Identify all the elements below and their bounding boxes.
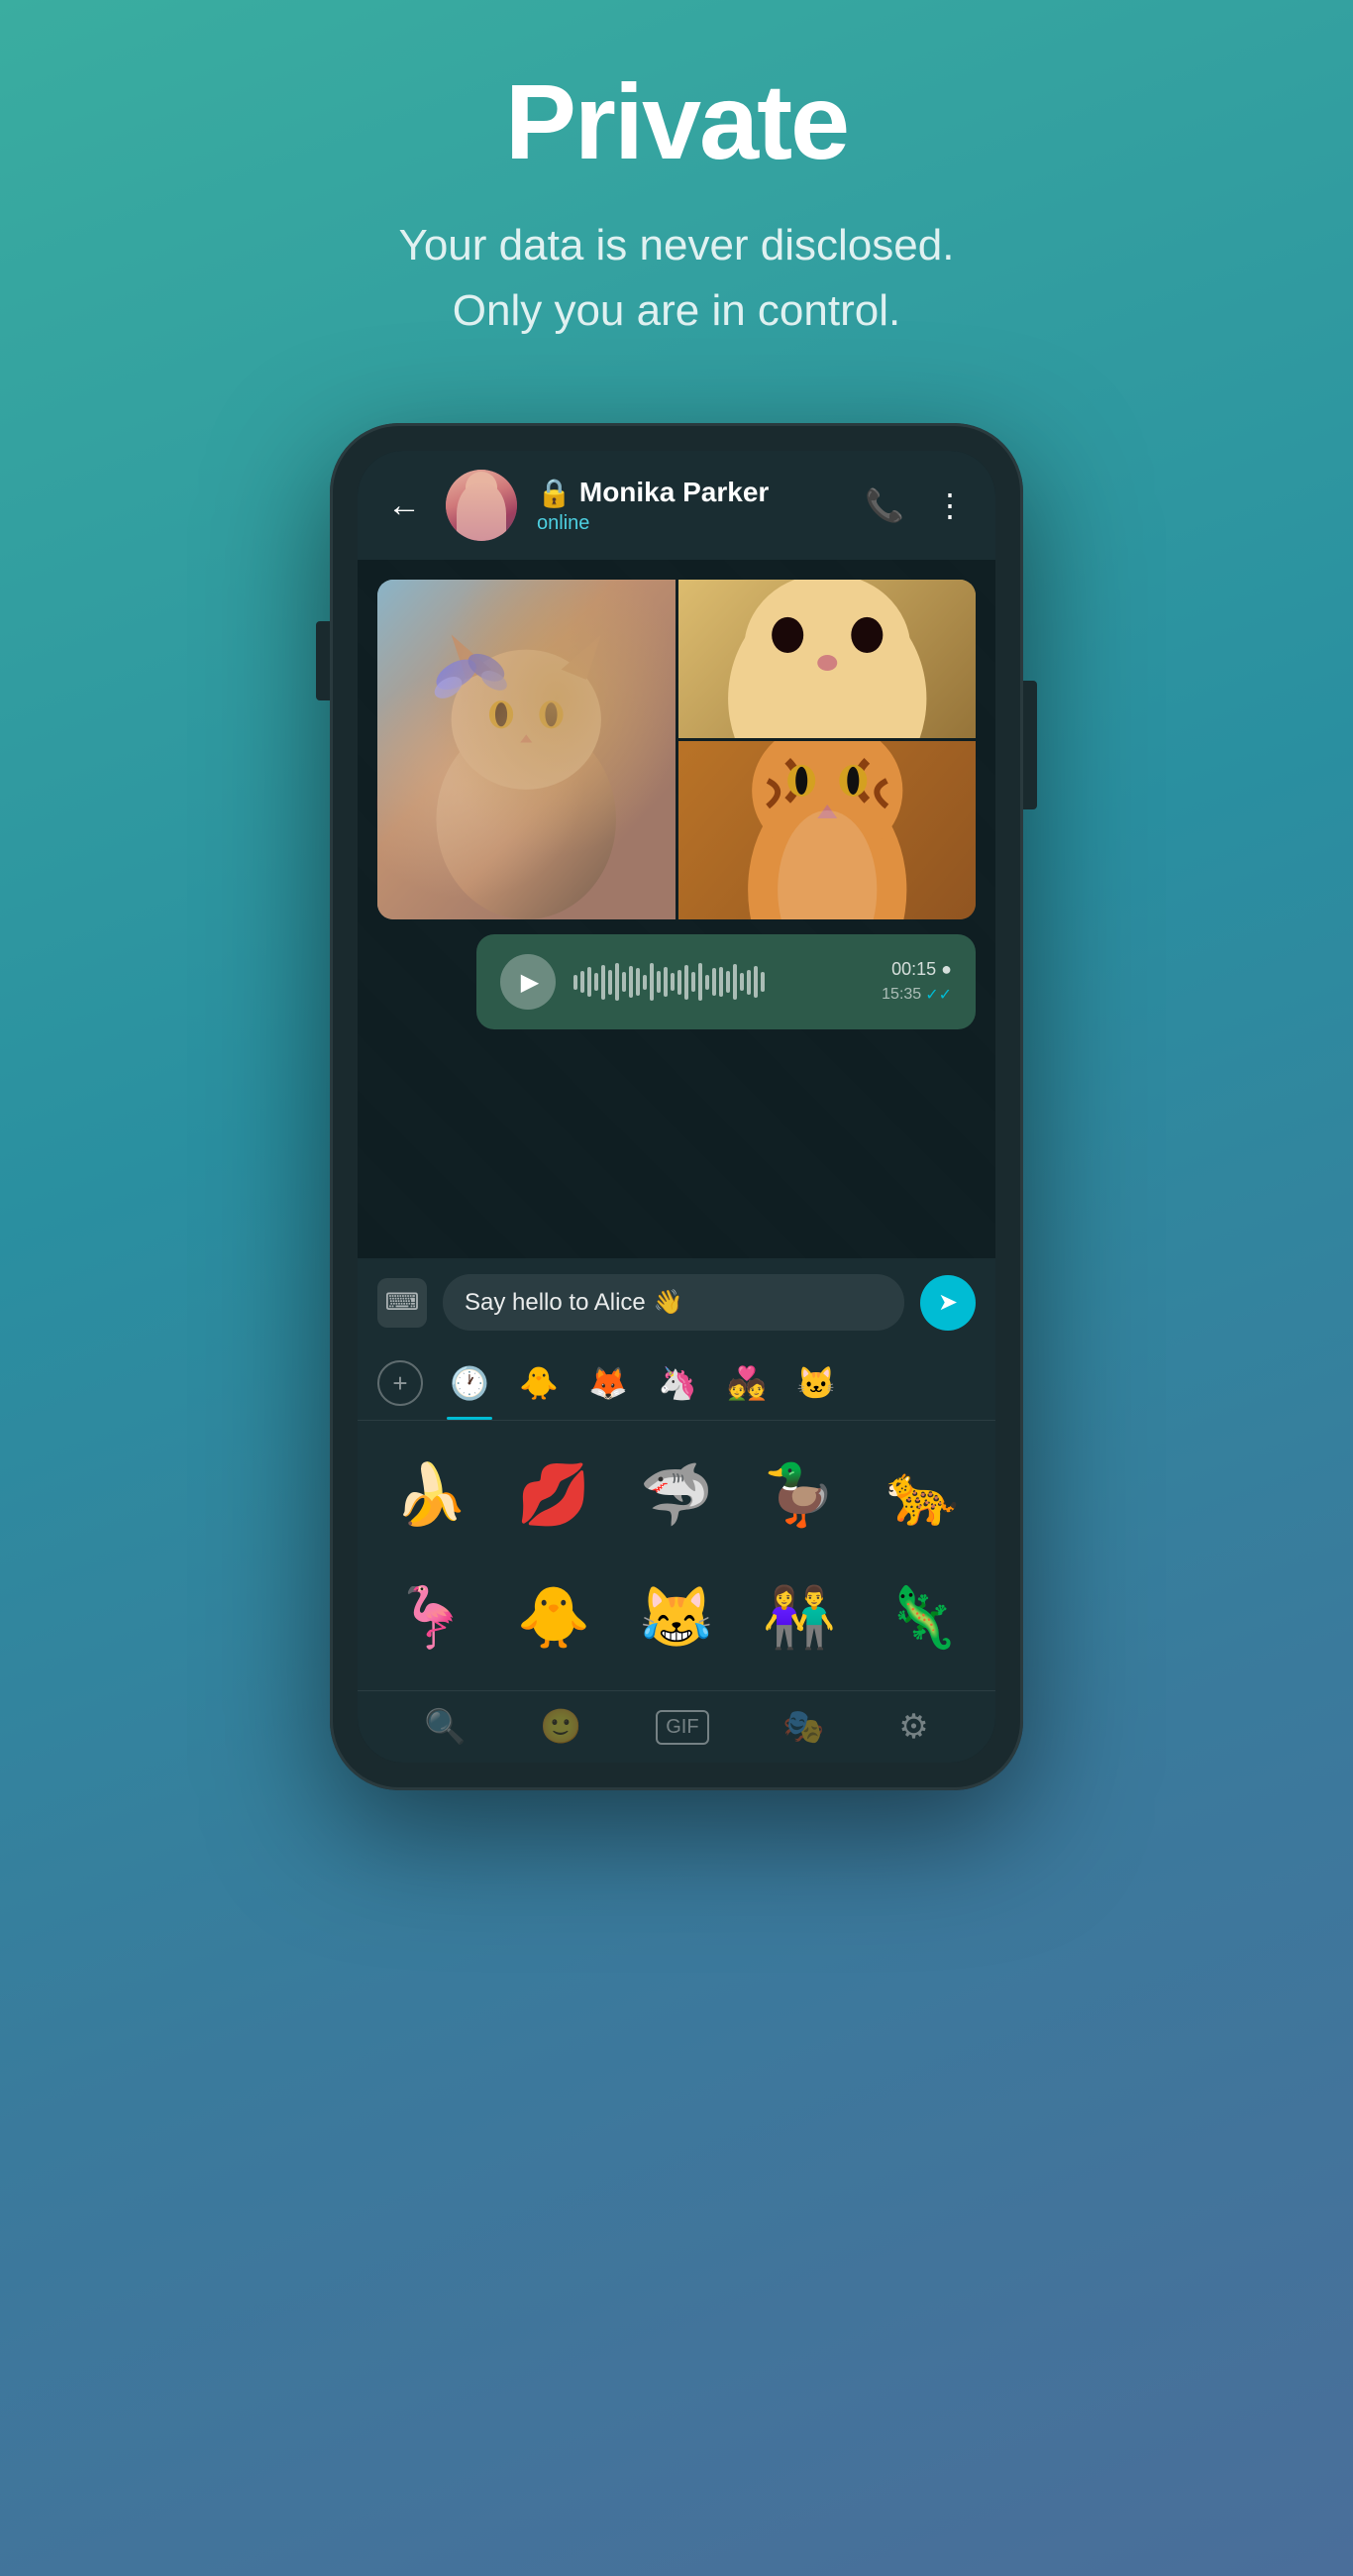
sticker-bottom-bar: 🔍 🙂 GIF 🎭 ⚙ [358, 1690, 995, 1763]
keyboard-toggle-button[interactable]: ⌨ [377, 1278, 427, 1328]
tiger-image [678, 741, 977, 919]
settings-bottom-icon[interactable]: ⚙ [898, 1707, 928, 1747]
call-icon[interactable]: 📞 [865, 486, 904, 524]
sticker-item[interactable]: 🦎 [865, 1559, 980, 1674]
image-grid-message [377, 580, 976, 919]
sticker-item[interactable]: 😹 [619, 1559, 734, 1674]
search-bottom-icon[interactable]: 🔍 [424, 1707, 466, 1747]
play-icon: ▶ [521, 968, 539, 997]
play-button[interactable]: ▶ [500, 954, 556, 1010]
contact-status: online [537, 512, 845, 535]
voice-meta: 00:15 ● 15:35 ✓✓ [882, 959, 952, 1005]
read-ticks: ✓✓ [925, 985, 952, 1005]
sticker-item[interactable]: 🦈 [619, 1437, 734, 1552]
add-sticker-tab[interactable]: + [377, 1360, 423, 1406]
sticker-item[interactable]: 👫 [742, 1559, 857, 1674]
chat-body: 🐠 🎯 [358, 560, 995, 1258]
sticker-tab-1[interactable]: 🐥 [516, 1360, 562, 1406]
sticker-panel: + 🕐 🐥 🦊 🦄 💑 🐱 🍌 💋 🦈 🦆 🐆 [358, 1346, 995, 1763]
header-icons: 📞 ⋮ [865, 486, 966, 524]
send-icon: ➤ [938, 1288, 958, 1317]
phone-screen: ← 🔒 Monika Parker online [358, 451, 995, 1763]
sticker-tab-5[interactable]: 🐱 [793, 1360, 839, 1406]
voice-time: 15:35 ✓✓ [882, 985, 952, 1005]
sticker-item[interactable]: 🦆 [742, 1437, 857, 1552]
message-input-area: ⌨ Say hello to Alice👋 ➤ [358, 1258, 995, 1346]
sticker-item[interactable]: 🦩 [373, 1559, 488, 1674]
sticker-item[interactable]: 🍌 [373, 1437, 488, 1552]
message-input[interactable]: Say hello to Alice👋 [443, 1274, 904, 1331]
lock-icon: 🔒 [537, 477, 572, 509]
sticker-item[interactable]: 💋 [496, 1437, 611, 1552]
send-button[interactable]: ➤ [920, 1275, 976, 1331]
hero-title: Private [505, 59, 848, 183]
voice-message: ▶ [476, 934, 976, 1029]
contact-info: 🔒 Monika Parker online [537, 477, 845, 535]
sticker-item[interactable]: 🐆 [865, 1437, 980, 1552]
emoji-bottom-icon[interactable]: 🙂 [540, 1707, 581, 1747]
gif-bottom-icon[interactable]: GIF [656, 1710, 708, 1745]
back-button[interactable]: ← [387, 486, 421, 525]
sticker-grid: 🍌 💋 🦈 🦆 🐆 🦩 🐥 😹 👫 🦎 [358, 1421, 995, 1690]
keyboard-icon: ⌨ [385, 1288, 420, 1317]
sticker-tab-2[interactable]: 🦊 [585, 1360, 631, 1406]
phone-body: ← 🔒 Monika Parker online [330, 423, 1023, 1790]
sticker-tab-3[interactable]: 🦄 [655, 1360, 700, 1406]
phone-mockup: ← 🔒 Monika Parker online [330, 423, 1023, 1790]
chat-header: ← 🔒 Monika Parker online [358, 451, 995, 560]
sticker-item[interactable]: 🐥 [496, 1559, 611, 1674]
avatar [446, 470, 517, 541]
recent-stickers-tab[interactable]: 🕐 [447, 1360, 492, 1406]
more-options-icon[interactable]: ⋮ [934, 486, 966, 524]
voice-duration: 00:15 ● [891, 959, 952, 980]
cat-image [377, 580, 676, 919]
sticker-tabs: + 🕐 🐥 🦊 🦄 💑 🐱 [358, 1346, 995, 1421]
sticker-tab-4[interactable]: 💑 [724, 1360, 770, 1406]
sticker-bottom-icon[interactable]: 🎭 [782, 1707, 824, 1747]
contact-name: 🔒 Monika Parker [537, 477, 845, 509]
hamster-image [678, 580, 977, 738]
hero-subtitle: Your data is never disclosed. Only you a… [399, 213, 955, 344]
waveform [573, 962, 864, 1002]
